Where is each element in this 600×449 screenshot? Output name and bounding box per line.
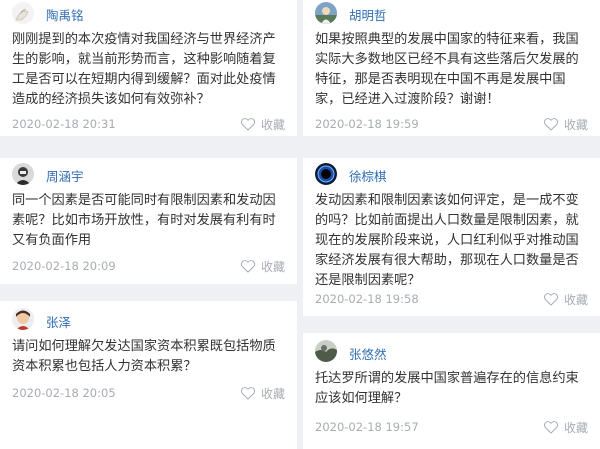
favorite-label: 收藏 bbox=[260, 259, 285, 274]
question-card: 陶禹铭 刚刚提到的本次疫情对我国经济与世界经济产生的影响，就当前形势而言，这种影… bbox=[0, 0, 297, 136]
user-name[interactable]: 胡明哲 bbox=[349, 5, 387, 24]
question-text: 托达罗所谓的发展中国家普遍存在的信息约束应该如何理解？ bbox=[315, 371, 579, 406]
user-name[interactable]: 张悠然 bbox=[349, 344, 387, 363]
favorite-label: 收藏 bbox=[563, 420, 588, 435]
question-meta: 2020-02-18 20:05 收藏 bbox=[12, 385, 285, 401]
question-card: 胡明哲 如果按照典型的发展中国家的特征来看，我国实际大多数地区已经不具有这些落后… bbox=[303, 0, 600, 136]
heart-outline-icon bbox=[543, 293, 559, 306]
user-name[interactable]: 周涵宇 bbox=[46, 166, 84, 185]
favorite-button[interactable]: 收藏 bbox=[240, 258, 285, 275]
favorite-label: 收藏 bbox=[563, 117, 588, 132]
user-name[interactable]: 陶禹铭 bbox=[46, 5, 84, 24]
heart-outline-icon bbox=[240, 260, 256, 273]
timestamp: 2020-02-18 20:09 bbox=[12, 259, 116, 273]
avatar[interactable] bbox=[315, 163, 337, 185]
question-text: 发动因素和限制因素该如何评定，是一成不变的吗？比如前面提出人口数量是限制因素，就… bbox=[315, 193, 579, 288]
avatar[interactable] bbox=[12, 308, 34, 330]
heart-outline-icon bbox=[240, 118, 256, 131]
timestamp: 2020-02-18 19:59 bbox=[315, 117, 419, 131]
favorite-label: 收藏 bbox=[563, 292, 588, 307]
question-meta: 2020-02-18 19:57 收藏 bbox=[315, 419, 588, 435]
favorite-button[interactable]: 收藏 bbox=[543, 419, 588, 436]
avatar[interactable] bbox=[315, 2, 337, 24]
favorite-button[interactable]: 收藏 bbox=[240, 116, 285, 133]
favorite-button[interactable]: 收藏 bbox=[543, 116, 588, 133]
avatar[interactable] bbox=[315, 340, 337, 362]
question-card: 张悠然 托达罗所谓的发展中国家普遍存在的信息约束应该如何理解？ 2020-02-… bbox=[303, 333, 600, 449]
timestamp: 2020-02-18 19:57 bbox=[315, 420, 419, 434]
avatar[interactable] bbox=[12, 2, 34, 24]
favorite-button[interactable]: 收藏 bbox=[240, 385, 285, 402]
favorite-label: 收藏 bbox=[260, 117, 285, 132]
question-card: 周涵宇 同一个因素是否可能同时有限制因素和发动因素呢？比如市场开放性，有时对发展… bbox=[0, 158, 297, 284]
user-name[interactable]: 徐棕棋 bbox=[349, 166, 387, 185]
question-meta: 2020-02-18 20:31 收藏 bbox=[12, 116, 285, 132]
heart-outline-icon bbox=[543, 118, 559, 131]
question-text: 刚刚提到的本次疫情对我国经济与世界经济产生的影响，就当前形势而言，这种影响随着复… bbox=[12, 32, 276, 107]
question-card: 张泽 请问如何理解欠发达国家资本积累既包括物质资本积累也包括人力资本积累？ 20… bbox=[0, 301, 297, 449]
question-card: 徐棕棋 发动因素和限制因素该如何评定，是一成不变的吗？比如前面提出人口数量是限制… bbox=[303, 158, 600, 316]
heart-outline-icon bbox=[543, 421, 559, 434]
favorite-label: 收藏 bbox=[260, 386, 285, 401]
timestamp: 2020-02-18 19:58 bbox=[315, 292, 419, 306]
favorite-button[interactable]: 收藏 bbox=[543, 291, 588, 308]
question-text: 请问如何理解欠发达国家资本积累既包括物质资本积累也包括人力资本积累？ bbox=[12, 339, 276, 374]
timestamp: 2020-02-18 20:05 bbox=[12, 386, 116, 400]
question-text: 如果按照典型的发展中国家的特征来看，我国实际大多数地区已经不具有这些落后欠发展的… bbox=[315, 32, 579, 107]
heart-outline-icon bbox=[240, 387, 256, 400]
user-name[interactable]: 张泽 bbox=[46, 312, 71, 331]
question-text: 同一个因素是否可能同时有限制因素和发动因素呢？比如市场开放性，有时对发展有利有时… bbox=[12, 193, 276, 248]
question-meta: 2020-02-18 20:09 收藏 bbox=[12, 258, 285, 274]
avatar[interactable] bbox=[12, 163, 34, 185]
question-meta: 2020-02-18 19:58 收藏 bbox=[315, 291, 588, 307]
question-meta: 2020-02-18 19:59 收藏 bbox=[315, 116, 588, 132]
timestamp: 2020-02-18 20:31 bbox=[12, 117, 116, 131]
